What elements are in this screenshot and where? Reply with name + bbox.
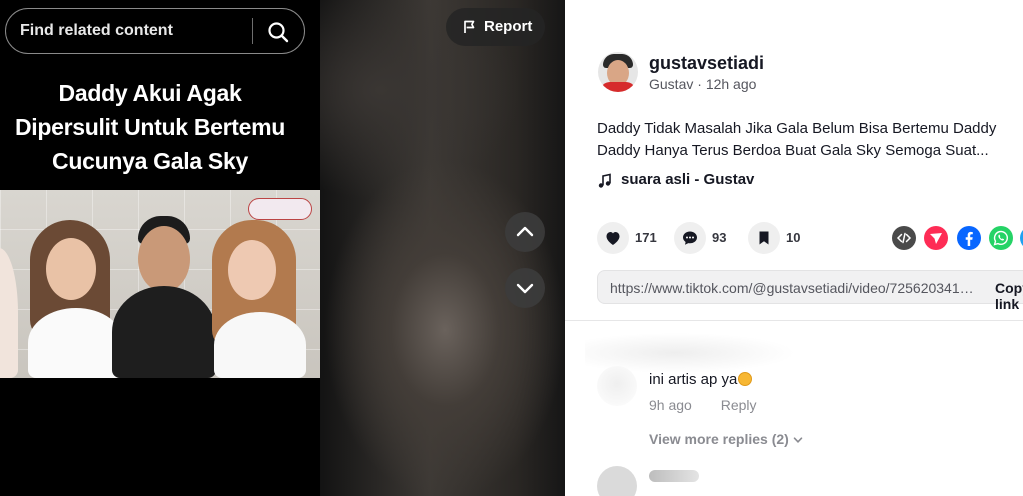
report-button[interactable]: Report [446,8,545,46]
description-line: Daddy Tidak Masalah Jika Gala Belum Bisa… [597,120,997,137]
section-divider [565,320,1023,321]
person-center-face [138,226,190,292]
report-label: Report [484,18,533,35]
previous-video-button[interactable] [505,212,545,252]
facebook-icon[interactable] [957,226,981,250]
caption-line: Cucunya Gala Sky [52,148,248,174]
comment-username-blurred [649,470,699,482]
reply-button[interactable]: Reply [721,397,757,413]
person-right-body [214,312,306,378]
author-display-name: Gustav [649,76,694,92]
bookmark-icon [759,231,769,245]
chevron-down-icon [793,437,803,443]
comment-icon [683,231,697,245]
caption-line: Dipersulit Untuk Bertemu [14,114,286,140]
comment-count: 93 [712,230,727,245]
view-more-replies-label: View more replies (2) [649,431,789,447]
search-divider [252,18,253,44]
video-url[interactable]: https://www.tiktok.com/@gustavsetiadi/vi… [610,280,978,296]
music-title: suara asli - Gustav [621,171,755,188]
channel-logo [248,198,312,220]
comment-avatar[interactable] [597,466,637,496]
video-details-panel: gustavsetiadi Gustav · 12h ago Daddy Tid… [565,0,1023,496]
search-icon[interactable] [266,20,290,44]
send-icon[interactable] [924,226,948,250]
person-left-face [46,238,96,300]
flag-icon [464,20,475,33]
save-count: 10 [786,230,801,245]
grin-emoji-icon [738,372,753,386]
caption-line: Daddy Akui Agak [58,80,242,106]
embed-icon[interactable] [892,226,916,250]
meta-separator: · [697,76,702,92]
search-box[interactable]: Find related content [5,8,305,54]
heart-icon [606,232,620,245]
next-video-button[interactable] [505,268,545,308]
video-player[interactable]: Daddy Akui Agak Dipersulit Untuk Bertemu… [0,0,565,496]
post-time: 12h ago [705,76,757,92]
music-note-icon [598,173,611,188]
video-still-photo [0,190,320,378]
video-description: Daddy Tidak Masalah Jika Gala Belum Bisa… [597,118,1023,162]
author-username[interactable]: gustavsetiadi [649,53,764,74]
chevron-up-icon [516,226,534,237]
chevron-down-icon [516,283,534,294]
view-more-replies-button[interactable]: View more replies (2) [649,431,803,447]
author-avatar[interactable] [598,52,638,92]
comment-meta: 9h ago Reply [649,397,757,413]
person-center-body [112,286,216,378]
whatsapp-icon[interactable] [989,226,1013,250]
person-left-body [28,308,124,378]
copy-link-button[interactable]: Copy link [995,280,1023,312]
comment-time: 9h ago [649,397,692,413]
author-subline: Gustav · 12h ago [649,76,756,92]
video-caption: Daddy Akui Agak Dipersulit Untuk Bertemu… [0,76,300,178]
comment-text: ini artis ap ya [649,371,753,388]
person-right-face [228,240,276,300]
comment-avatar[interactable] [597,366,637,406]
video-link-bar: https://www.tiktok.com/@gustavsetiadi/vi… [597,270,1023,312]
description-line: Daddy Hanya Terus Berdoa Buat Gala Sky S… [597,142,989,159]
comment-body: ini artis ap ya [649,371,738,388]
search-input[interactable]: Find related content [20,22,173,40]
video-frame[interactable]: Daddy Akui Agak Dipersulit Untuk Bertemu… [0,0,320,496]
like-count: 171 [635,230,657,245]
